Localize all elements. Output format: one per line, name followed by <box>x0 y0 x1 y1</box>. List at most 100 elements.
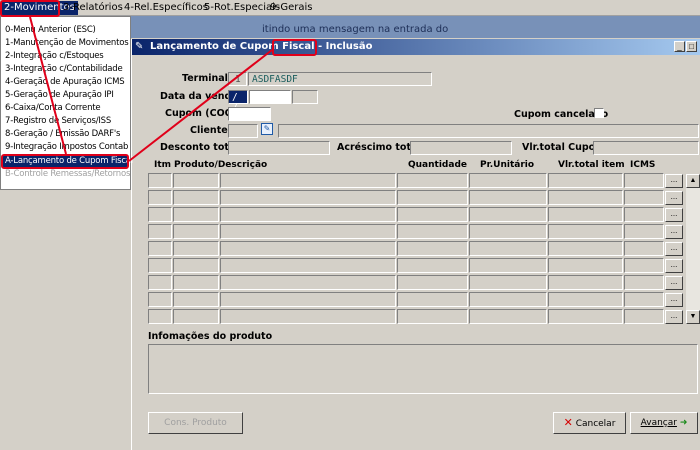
scroll-up-arrow-icon[interactable]: ▲ <box>686 174 700 188</box>
grid-cell[interactable] <box>397 190 468 205</box>
row-lookup-button[interactable]: ... <box>665 259 683 273</box>
grid-cell[interactable] <box>469 173 547 188</box>
cancelar-button[interactable]: ✕ Cancelar <box>553 412 626 434</box>
grid-cell[interactable] <box>173 275 219 290</box>
data-venda-extra-field[interactable] <box>249 90 291 104</box>
grid-cell[interactable] <box>548 292 623 307</box>
grid-scrollbar[interactable]: ▲ ▼ <box>686 174 700 324</box>
grid-cell[interactable] <box>469 309 547 324</box>
menu-rel-especificos[interactable]: 4-Rel.Específicos <box>124 2 208 13</box>
menu-relatorios[interactable]: 3-Relatórios <box>63 2 123 13</box>
grid-cell[interactable] <box>624 292 664 307</box>
row-lookup-button[interactable]: ... <box>665 242 683 256</box>
grid-cell[interactable] <box>397 292 468 307</box>
cliente-code-field[interactable] <box>228 124 258 138</box>
dropdown-item-1[interactable]: 1-Manutenção de Movimentos <box>5 38 129 48</box>
grid-cell[interactable] <box>173 190 219 205</box>
grid-cell[interactable] <box>397 258 468 273</box>
grid-cell[interactable] <box>624 173 664 188</box>
row-lookup-button[interactable]: ... <box>665 208 683 222</box>
grid-cell[interactable] <box>469 258 547 273</box>
grid-cell[interactable] <box>220 309 396 324</box>
row-lookup-button[interactable]: ... <box>665 276 683 290</box>
desconto-field[interactable] <box>228 141 330 155</box>
grid-cell[interactable] <box>548 207 623 222</box>
dropdown-item-4[interactable]: 4-Geração de Apuração ICMS <box>5 77 125 87</box>
grid-cell[interactable] <box>220 207 396 222</box>
grid-cell[interactable] <box>548 241 623 256</box>
grid-cell[interactable] <box>148 207 172 222</box>
grid-cell[interactable] <box>173 207 219 222</box>
dropdown-item-9[interactable]: 9-Integração Impostos Contab <box>5 142 128 152</box>
grid-cell[interactable] <box>220 292 396 307</box>
data-venda-field[interactable]: / / <box>228 90 248 114</box>
minimize-button[interactable]: _ <box>674 41 685 52</box>
scroll-down-arrow-icon[interactable]: ▼ <box>686 310 700 324</box>
menu-gerais[interactable]: 9-Gerais <box>270 2 312 13</box>
grid-cell[interactable] <box>624 224 664 239</box>
row-lookup-button[interactable]: ... <box>665 293 683 307</box>
grid-cell[interactable] <box>148 275 172 290</box>
grid-cell[interactable] <box>469 207 547 222</box>
grid-cell[interactable] <box>469 275 547 290</box>
grid-cell[interactable] <box>397 173 468 188</box>
grid-cell[interactable] <box>148 224 172 239</box>
grid-cell[interactable] <box>469 241 547 256</box>
grid-cell[interactable] <box>148 173 172 188</box>
grid-cell[interactable] <box>148 309 172 324</box>
grid-cell[interactable] <box>469 224 547 239</box>
cupom-coo-field[interactable] <box>228 107 271 121</box>
avancar-button[interactable]: Avançar ➜ <box>630 412 698 434</box>
grid-cell[interactable] <box>397 241 468 256</box>
grid-cell[interactable] <box>548 309 623 324</box>
row-lookup-button[interactable]: ... <box>665 225 683 239</box>
grid-cell[interactable] <box>220 224 396 239</box>
dropdown-item-remessas[interactable]: B-Controle Remessas/Retornos <box>5 169 130 179</box>
grid-cell[interactable] <box>148 258 172 273</box>
grid-cell[interactable] <box>220 173 396 188</box>
cliente-lookup-icon[interactable]: ✎ <box>261 123 273 135</box>
grid-cell[interactable] <box>624 190 664 205</box>
dropdown-item-0[interactable]: 0-Menu Anterior (ESC) <box>5 25 96 35</box>
grid-cell[interactable] <box>220 190 396 205</box>
grid-cell[interactable] <box>397 207 468 222</box>
grid-cell[interactable] <box>173 173 219 188</box>
dropdown-item-6[interactable]: 6-Caixa/Conta Corrente <box>5 103 101 113</box>
grid-cell[interactable] <box>548 224 623 239</box>
grid-cell[interactable] <box>469 292 547 307</box>
grid-cell[interactable] <box>220 241 396 256</box>
menu-rot-especiais[interactable]: 5-Rot.Especiais <box>204 2 280 13</box>
grid-cell[interactable] <box>397 275 468 290</box>
grid-cell[interactable] <box>173 241 219 256</box>
grid-cell[interactable] <box>148 190 172 205</box>
cons-produto-button[interactable]: Cons. Produto <box>148 412 243 434</box>
terminal-field[interactable]: ASDFASDF <box>248 72 432 86</box>
grid-cell[interactable] <box>173 258 219 273</box>
grid-cell[interactable] <box>548 190 623 205</box>
dropdown-item-3[interactable]: 3-Integração c/Contabilidade <box>5 64 123 74</box>
grid-cell[interactable] <box>548 275 623 290</box>
grid-cell[interactable] <box>220 275 396 290</box>
grid-cell[interactable] <box>624 241 664 256</box>
grid-cell[interactable] <box>624 207 664 222</box>
grid-cell[interactable] <box>173 309 219 324</box>
grid-cell[interactable] <box>173 292 219 307</box>
grid-cell[interactable] <box>220 258 396 273</box>
row-lookup-button[interactable]: ... <box>665 310 683 324</box>
grid-cell[interactable] <box>548 258 623 273</box>
dropdown-item-5[interactable]: 5-Geração de Apuração IPI <box>5 90 114 100</box>
grid-cell[interactable] <box>624 258 664 273</box>
dropdown-item-7[interactable]: 7-Registro de Serviços/ISS <box>5 116 111 126</box>
grid-cell[interactable] <box>148 292 172 307</box>
row-lookup-button[interactable]: ... <box>665 174 683 188</box>
maximize-button[interactable]: □ <box>686 41 697 52</box>
grid-cell[interactable] <box>173 224 219 239</box>
dropdown-item-2[interactable]: 2-Integração c/Estoques <box>5 51 104 61</box>
row-lookup-button[interactable]: ... <box>665 191 683 205</box>
grid-cell[interactable] <box>397 309 468 324</box>
grid-cell[interactable] <box>548 173 623 188</box>
grid-cell[interactable] <box>469 190 547 205</box>
grid-cell[interactable] <box>624 309 664 324</box>
cupom-cancelado-checkbox[interactable] <box>594 108 604 118</box>
grid-cell[interactable] <box>148 241 172 256</box>
